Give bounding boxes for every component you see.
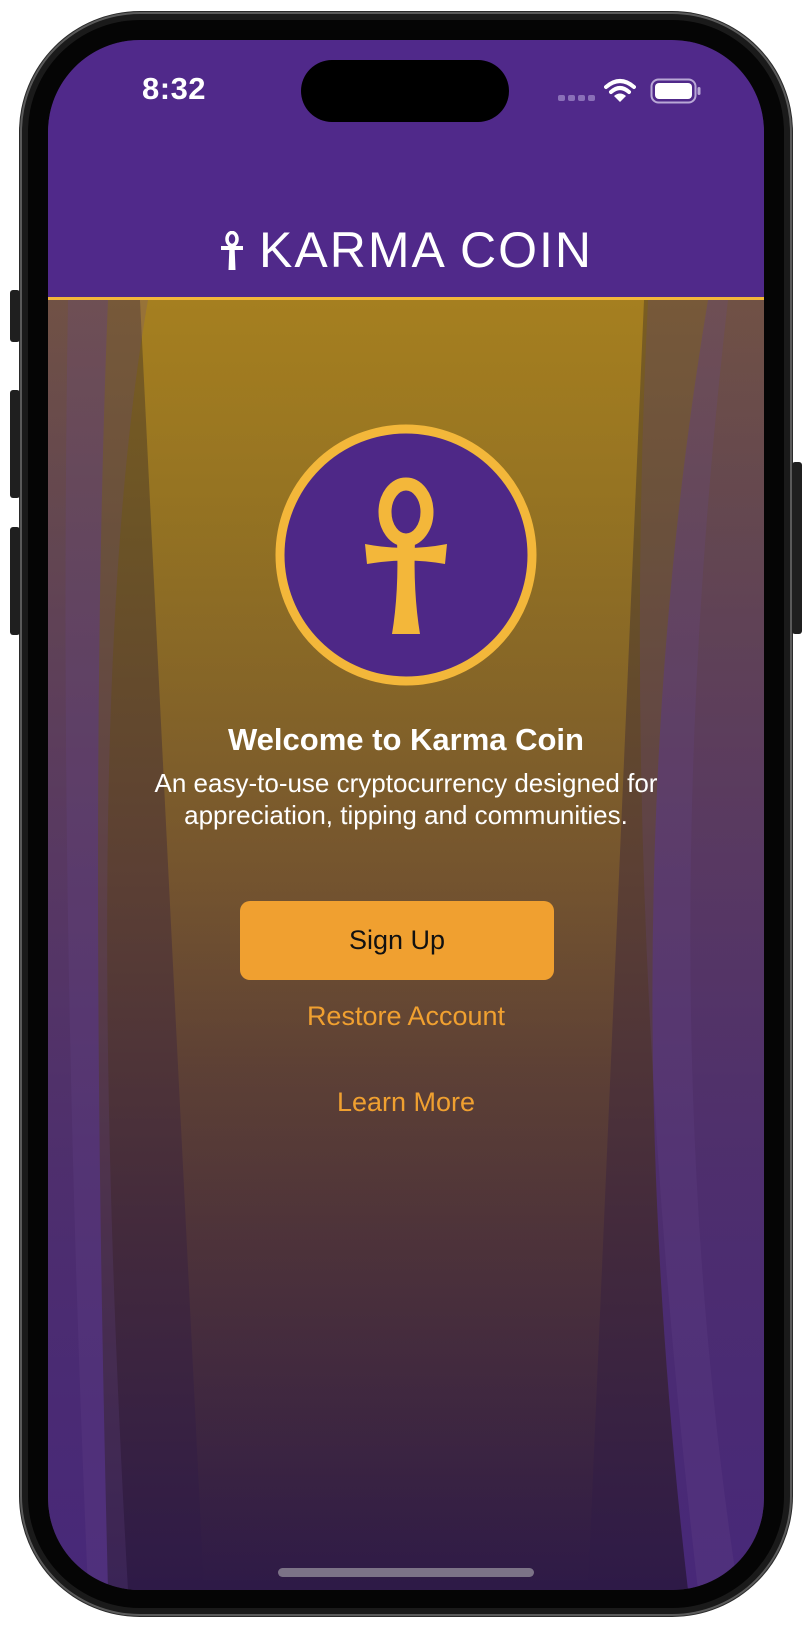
action-button xyxy=(10,290,20,342)
dynamic-island xyxy=(301,60,509,122)
sign-up-button[interactable]: Sign Up xyxy=(240,901,554,980)
karma-coin-emblem xyxy=(275,424,537,686)
wifi-icon xyxy=(604,79,636,102)
welcome-heading: Welcome to Karma Coin xyxy=(227,722,584,757)
app-title-text: KARMA COIN xyxy=(259,222,593,278)
app-title: KARMA COIN xyxy=(48,222,764,278)
volume-up-button xyxy=(10,390,20,498)
home-indicator[interactable] xyxy=(278,1568,534,1577)
app-screen: 8:32 KARMA COIN Welcome to Karma Coin An… xyxy=(48,40,764,1590)
welcome-panel: Welcome to Karma Coin An easy-to-use cry… xyxy=(48,300,764,1590)
volume-down-button xyxy=(10,527,20,635)
battery-icon xyxy=(650,78,701,104)
power-button xyxy=(792,462,802,634)
ankh-icon xyxy=(221,231,244,270)
cellular-signal-icon xyxy=(558,95,595,101)
sign-up-label: Sign Up xyxy=(348,925,446,955)
status-time: 8:32 xyxy=(142,71,207,106)
app-header: 8:32 KARMA COIN xyxy=(48,40,764,300)
learn-more-link[interactable]: Learn More xyxy=(48,1087,764,1118)
restore-account-link[interactable]: Restore Account xyxy=(48,1001,764,1032)
welcome-tagline: An easy-to-use cryptocurrency designed f… xyxy=(154,768,658,830)
